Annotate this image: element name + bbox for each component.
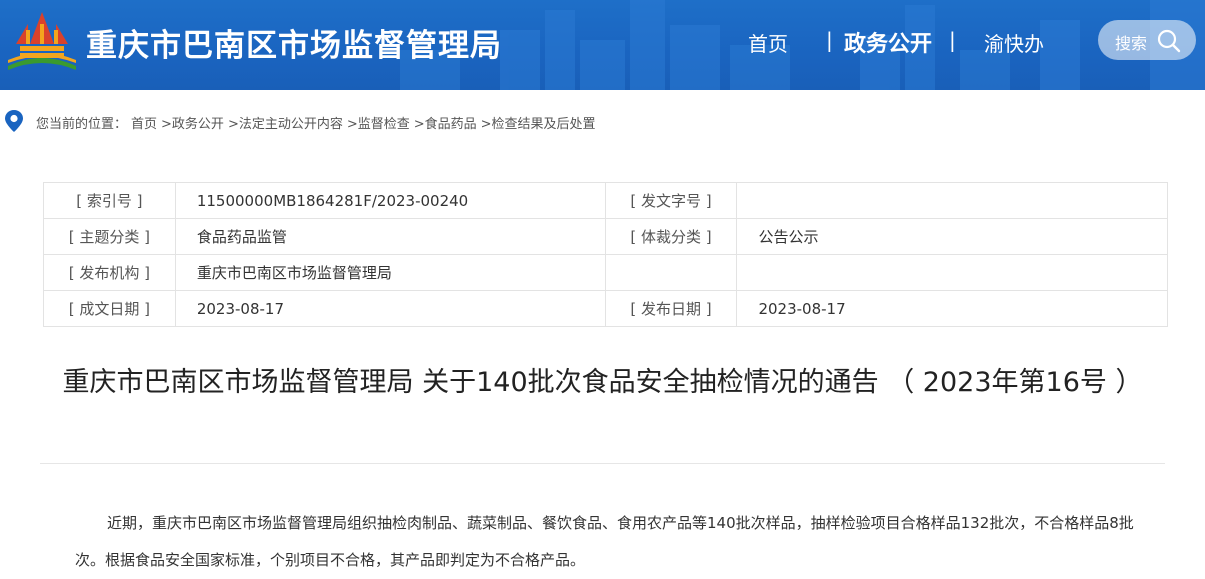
topic-category-value: 食品药品监管 [174,218,606,255]
empty-value-cell [736,254,1168,291]
nav-separator: | [949,28,956,52]
breadcrumb-item-inspection-results[interactable]: >检查结果及后处置 [481,117,596,132]
site-title: 重庆市巴南区市场监督管理局 [86,28,502,64]
breadcrumb-item-statutory-content[interactable]: >法定主动公开内容 [228,117,343,132]
topic-category-label: [ 主题分类 ] [43,218,176,255]
breadcrumb-item-food-drug[interactable]: >食品药品 [414,117,477,132]
table-row: [ 索引号 ] 11500000MB1864281F/2023-00240 [ … [43,182,1168,219]
written-date-label: [ 成文日期 ] [43,290,176,327]
written-date-value: 2023-08-17 [174,290,606,327]
genre-category-value: 公告公示 [736,218,1168,255]
table-row: [ 主题分类 ] 食品药品监管 [ 体裁分类 ] 公告公示 [43,218,1168,255]
search-icon [1157,29,1181,53]
table-row: [ 发布机构 ] 重庆市巴南区市场监督管理局 [43,254,1168,291]
search-button[interactable]: 搜索 [1098,20,1196,60]
document-number-value [736,182,1168,219]
title-divider [40,463,1165,464]
location-pin-icon [5,110,23,132]
search-label: 搜索 [1115,34,1148,53]
bureau-logo[interactable] [6,10,78,76]
nav-yukuaiban-link[interactable]: 渝快办 [984,28,1044,57]
publish-date-value: 2023-08-17 [736,290,1168,327]
document-title: 重庆市巴南区市场监督管理局 关于140批次食品安全抽检情况的通告 （ 2023年… [62,367,1143,398]
breadcrumb: 您当前的位置： 首页 >政务公开 >法定主动公开内容 >监督检查 >食品药品 >检查结果及后… [0,106,1205,136]
table-row: [ 成文日期 ] 2023-08-17 [ 发布日期 ] 2023-08-17 [43,290,1168,327]
index-number-value: 11500000MB1864281F/2023-00240 [174,182,606,219]
breadcrumb-item-supervision[interactable]: >监督检查 [347,117,410,132]
publisher-value: 重庆市巴南区市场监督管理局 [174,254,606,291]
genre-category-label: [ 体裁分类 ] [604,218,738,255]
document-number-label: [ 发文字号 ] [604,182,738,219]
publisher-label: [ 发布机构 ] [43,254,176,291]
document-info-table: [ 索引号 ] 11500000MB1864281F/2023-00240 [ … [43,182,1168,327]
empty-label-cell [604,254,738,291]
index-number-label: [ 索引号 ] [43,182,176,219]
breadcrumb-prefix: 您当前的位置： [36,117,128,132]
breadcrumb-item-home[interactable]: 首页 [131,117,157,132]
breadcrumb-item-gov-open[interactable]: >政务公开 [161,117,224,132]
breadcrumb-trail: 您当前的位置： 首页 >政务公开 >法定主动公开内容 >监督检查 >食品药品 >检查结果及后… [36,113,600,132]
publish-date-label: [ 发布日期 ] [604,290,738,327]
site-header: 重庆市巴南区市场监督管理局 首页 | 政务公开 | 渝快办 搜索 [0,0,1205,90]
nav-gov-open-link[interactable]: 政务公开 [844,26,932,58]
nav-separator: | [826,28,833,52]
nav-home-link[interactable]: 首页 [748,28,788,57]
